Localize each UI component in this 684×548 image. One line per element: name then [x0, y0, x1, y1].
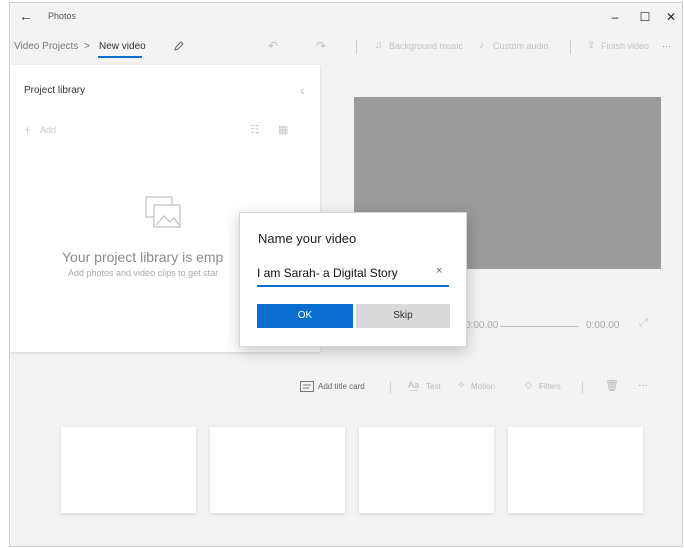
undo-icon[interactable]: ↶: [268, 39, 278, 53]
add-plus-icon: +: [24, 123, 32, 137]
collapse-chevron-icon[interactable]: ‹: [300, 82, 305, 98]
filters-button[interactable]: Filters: [539, 382, 561, 391]
add-button[interactable]: Add: [40, 125, 56, 135]
more-options-icon[interactable]: ···: [662, 41, 671, 51]
photos-placeholder-icon: [145, 196, 181, 228]
breadcrumb-underline: [98, 56, 142, 58]
seek-bar[interactable]: [500, 326, 578, 327]
filters-icon: ⬦: [525, 380, 532, 391]
ok-button[interactable]: OK: [257, 304, 353, 328]
storyboard-more-icon[interactable]: ···: [638, 380, 648, 391]
breadcrumb-video-projects[interactable]: Video Projects: [14, 41, 78, 52]
text-button[interactable]: Text: [426, 382, 441, 391]
total-time: 0:00.00: [586, 320, 620, 331]
toolbar-divider: [356, 40, 357, 54]
storyboard-slot[interactable]: [210, 427, 345, 513]
expand-icon[interactable]: ⤢: [639, 317, 648, 330]
breadcrumb-current: New video: [99, 41, 146, 52]
skip-button[interactable]: Skip: [356, 304, 450, 328]
editor-toolbar: Video Projects > New video ↶ ↷ ♫ Backgro…: [10, 31, 682, 63]
pencil-icon[interactable]: [173, 40, 185, 52]
library-empty-title: Your project library is emp: [62, 249, 224, 265]
custom-audio-icon: ♪: [479, 40, 484, 51]
storyboard-divider: [582, 381, 583, 394]
name-video-dialog: Name your video × OK Skip: [239, 212, 467, 347]
project-library-title: Project library: [24, 85, 86, 96]
minimize-button[interactable]: –: [606, 9, 624, 25]
background-music-button[interactable]: Background music: [389, 41, 463, 51]
storyboard-slot[interactable]: [359, 427, 494, 513]
grid-view-icon[interactable]: ▦: [278, 123, 288, 136]
delete-icon[interactable]: 🗑: [605, 379, 619, 392]
list-view-icon[interactable]: ☷: [250, 123, 260, 136]
finish-video-button[interactable]: Finish video: [601, 41, 649, 51]
current-time: 0:00.00: [465, 320, 499, 331]
storyboard-divider: [390, 381, 391, 394]
photos-window: ← Photos – ☐ ✕ Video Projects > New vide…: [9, 2, 683, 547]
music-note-icon: ♫: [375, 40, 383, 51]
motion-icon: ✧: [457, 380, 466, 391]
toolbar-divider: [570, 40, 571, 54]
title-card-icon: [300, 381, 314, 392]
close-button[interactable]: ✕: [662, 9, 680, 25]
motion-button[interactable]: Motion: [471, 382, 495, 391]
clear-input-icon[interactable]: ×: [436, 265, 442, 277]
storyboard-slot[interactable]: [61, 427, 196, 513]
back-arrow-icon[interactable]: ←: [16, 6, 36, 26]
video-name-input[interactable]: [257, 261, 449, 287]
redo-icon[interactable]: ↷: [316, 39, 326, 53]
breadcrumb-separator-icon: >: [84, 41, 90, 52]
export-icon: ⇪: [587, 40, 596, 51]
library-empty-subtitle: Add photos and video clips to get star: [68, 268, 219, 278]
add-title-card-button[interactable]: Add title card: [318, 382, 365, 391]
custom-audio-button[interactable]: Custom audio: [493, 41, 549, 51]
maximize-button[interactable]: ☐: [636, 9, 654, 25]
storyboard: Add title card A͟a Text ✧ Motion ⬦ Filte…: [10, 365, 682, 546]
title-bar: ← Photos – ☐ ✕: [10, 3, 682, 31]
dialog-title: Name your video: [258, 231, 357, 246]
text-icon: A͟a: [408, 380, 420, 390]
app-title: Photos: [48, 11, 77, 21]
storyboard-slot[interactable]: [508, 427, 643, 513]
